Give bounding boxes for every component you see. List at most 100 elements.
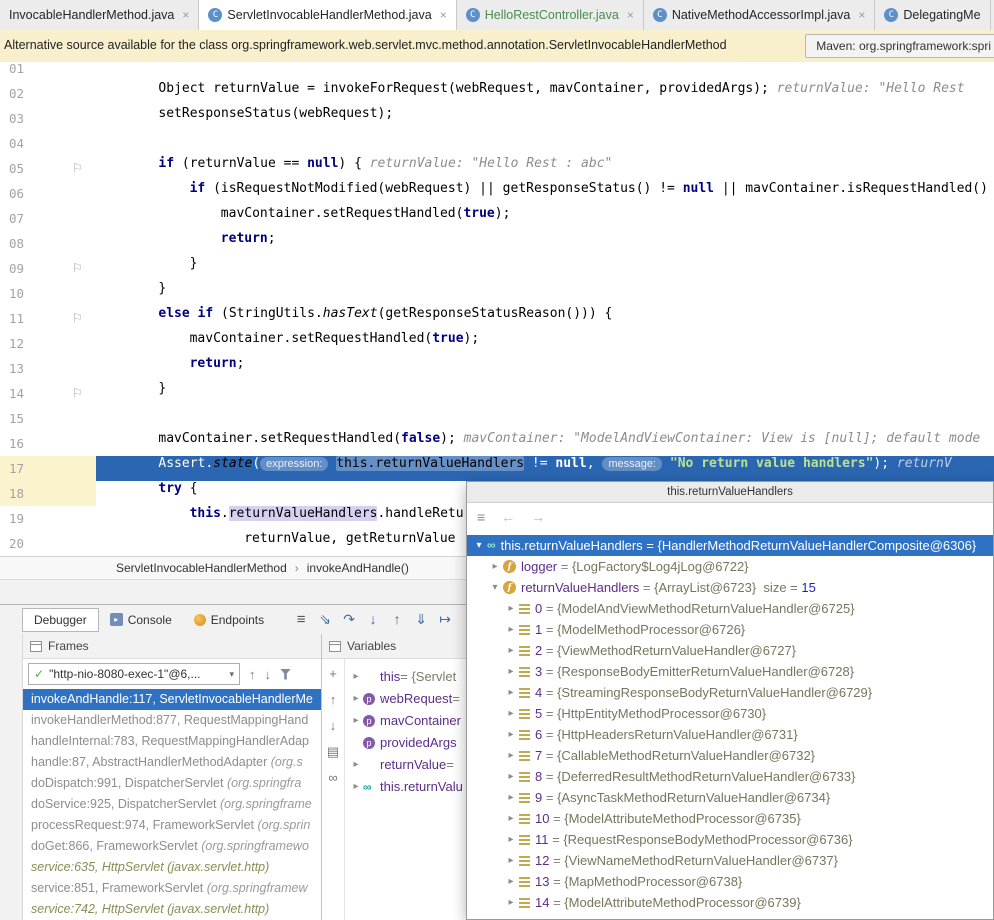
watch-tree-row[interactable]: ▸6 = {HttpHeadersReturnValueHandler@6731… [467, 724, 993, 745]
expander-icon[interactable]: ▸ [503, 766, 519, 787]
stack-frame-row[interactable]: service:635, HttpServlet (javax.servlet.… [23, 857, 321, 878]
editor-line[interactable]: 07mavContainer.setRequestHandled(true); [0, 206, 994, 231]
editor-tab[interactable]: CServletInvocableHandlerMethod.java× [199, 0, 456, 30]
editor-gutter[interactable]: 16 [0, 431, 96, 456]
notification-action-button[interactable]: Maven: org.springframework:spri [805, 34, 994, 58]
editor-gutter[interactable]: 14⚐ [0, 381, 96, 406]
expander-icon[interactable]: ▸ [503, 661, 519, 682]
editor-line[interactable]: 04 [0, 131, 994, 156]
editor-gutter[interactable]: 13 [0, 356, 96, 381]
expander-icon[interactable]: ▸ [503, 829, 519, 850]
editor-line[interactable]: 08return; [0, 231, 994, 256]
watch-tree-row[interactable]: ▸0 = {ModelAndViewMethodReturnValueHandl… [467, 598, 993, 619]
show-execution-point-icon[interactable]: ⇘ [313, 611, 337, 628]
editor-gutter[interactable]: 19 [0, 506, 96, 531]
watch-tree-row[interactable]: ▸4 = {StreamingResponseBodyReturnValueHa… [467, 682, 993, 703]
breadcrumb-item[interactable]: ServletInvocableHandlerMethod [116, 561, 287, 575]
move-down-icon[interactable]: ↓ [330, 719, 337, 732]
watch-tree-row[interactable]: ▸8 = {DeferredResultMethodReturnValueHan… [467, 766, 993, 787]
editor-gutter[interactable]: 12 [0, 331, 96, 356]
editor-gutter[interactable]: 07 [0, 206, 96, 231]
forward-icon[interactable]: → [531, 509, 545, 525]
editor-gutter[interactable]: 09⚐ [0, 256, 96, 281]
stack-frame-row[interactable]: doService:925, DispatcherServlet (org.sp… [23, 794, 321, 815]
editor-line[interactable]: 17Assert.state(expression: this.returnVa… [0, 456, 994, 481]
expander-icon[interactable]: ▸ [503, 892, 519, 913]
stack-frame-row[interactable]: invokeAndHandle:117, ServletInvocableHan… [23, 689, 321, 710]
editor-line[interactable]: 05⚐if (returnValue == null) { returnValu… [0, 156, 994, 181]
watch-tree-row[interactable]: ▸14 = {ModelAttributeMethodProcessor@673… [467, 892, 993, 913]
run-to-cursor-icon[interactable]: ↦ [433, 611, 457, 628]
watch-tree-row[interactable]: ▾freturnValueHandlers = {ArrayList@6723}… [467, 577, 993, 598]
move-up-icon[interactable]: ↑ [330, 693, 337, 706]
previous-frame-icon[interactable]: ↑ [249, 667, 256, 682]
add-watch-icon[interactable]: + [329, 667, 337, 680]
show-watches-icon[interactable]: ∞ [328, 771, 337, 784]
expander-icon[interactable]: ▸ [503, 787, 519, 808]
watch-tree-row[interactable]: ▾∞this.returnValueHandlers = {HandlerMet… [467, 535, 993, 556]
expander-icon[interactable]: ▸ [503, 871, 519, 892]
editor-gutter[interactable]: 05⚐ [0, 156, 96, 181]
editor-line[interactable]: 11⚐else if (StringUtils.hasText(getRespo… [0, 306, 994, 331]
stack-frame-row[interactable]: service:851, FrameworkServlet (org.sprin… [23, 878, 321, 899]
tab-close-icon[interactable]: × [858, 8, 865, 22]
filter-icon[interactable] [280, 669, 291, 680]
editor-line[interactable]: 02Object returnValue = invokeForRequest(… [0, 81, 994, 106]
editor-line[interactable]: 15 [0, 406, 994, 431]
expander-icon[interactable]: ▸ [503, 703, 519, 724]
watch-tree-row[interactable]: ▸12 = {ViewNameMethodReturnValueHandler@… [467, 850, 993, 871]
force-step-into-icon[interactable]: ⇓ [409, 611, 433, 628]
editor-gutter[interactable]: 18 [0, 481, 96, 506]
editor-line[interactable]: 10} [0, 281, 994, 306]
tab-debugger[interactable]: Debugger [22, 608, 99, 632]
expander-icon[interactable]: ▸ [349, 776, 363, 798]
editor-gutter[interactable]: 03 [0, 106, 96, 131]
editor-gutter[interactable]: 11⚐ [0, 306, 96, 331]
editor-tab[interactable]: CDelegatingMe [875, 0, 990, 30]
watch-tree-row[interactable]: ▸7 = {CallableMethodReturnValueHandler@6… [467, 745, 993, 766]
watch-tree-row[interactable]: ▸9 = {AsyncTaskMethodReturnValueHandler@… [467, 787, 993, 808]
stack-frame-row[interactable]: doDispatch:991, DispatcherServlet (org.s… [23, 773, 321, 794]
thread-selector[interactable]: ✓ "http-nio-8080-exec-1"@6,... ▾ [28, 663, 240, 685]
tab-endpoints[interactable]: Endpoints [183, 609, 275, 631]
editor-tab[interactable]: CHelloRestController.java× [457, 0, 644, 30]
expander-icon[interactable]: ▸ [503, 850, 519, 871]
step-into-icon[interactable]: ↓ [361, 611, 385, 627]
tab-close-icon[interactable]: × [440, 8, 447, 22]
expander-icon[interactable]: ▸ [503, 640, 519, 661]
editor-line[interactable]: 12mavContainer.setRequestHandled(true); [0, 331, 994, 356]
editor-line[interactable]: 16mavContainer.setRequestHandled(false);… [0, 431, 994, 456]
editor-gutter[interactable]: 20 [0, 531, 96, 556]
watch-tree-row[interactable]: ▸11 = {RequestResponseBodyMethodProcesso… [467, 829, 993, 850]
editor-line[interactable]: 01 [0, 62, 994, 81]
stack-frame-row[interactable]: handleInternal:783, RequestMappingHandle… [23, 731, 321, 752]
editor-gutter[interactable]: 06 [0, 181, 96, 206]
watch-tree-row[interactable]: ▸3 = {ResponseBodyEmitterReturnValueHand… [467, 661, 993, 682]
watch-tree-row[interactable]: ▸5 = {HttpEntityMethodProcessor@6730} [467, 703, 993, 724]
editor-line[interactable]: 06if (isRequestNotModified(webRequest) |… [0, 181, 994, 206]
expander-icon[interactable]: ▸ [503, 619, 519, 640]
breadcrumb-item[interactable]: invokeAndHandle() [307, 561, 409, 575]
tab-close-icon[interactable]: × [182, 8, 189, 22]
watch-tree-row[interactable]: ▸2 = {ViewMethodReturnValueHandler@6727} [467, 640, 993, 661]
expander-icon[interactable]: ▸ [503, 745, 519, 766]
editor-line[interactable]: 13return; [0, 356, 994, 381]
editor-tab[interactable]: InvocableHandlerMethod.java× [0, 0, 199, 30]
expander-icon[interactable]: ▸ [503, 598, 519, 619]
expander-icon[interactable]: ▾ [471, 535, 487, 556]
editor-gutter[interactable]: 17 [0, 456, 96, 481]
stack-frame-row[interactable]: service:742, HttpServlet (javax.servlet.… [23, 899, 321, 920]
stack-frame-row[interactable]: invokeHandlerMethod:877, RequestMappingH… [23, 710, 321, 731]
editor-line[interactable]: 03setResponseStatus(webRequest); [0, 106, 994, 131]
expander-icon[interactable]: ▸ [503, 682, 519, 703]
stack-frame-row[interactable]: doGet:866, FrameworkServlet (org.springf… [23, 836, 321, 857]
editor-tab[interactable]: CNativeMethodAccessorImpl.java× [644, 0, 876, 30]
expander-icon[interactable]: ▸ [503, 724, 519, 745]
step-out-icon[interactable]: ↑ [385, 611, 409, 627]
expander-icon[interactable]: ▸ [487, 556, 503, 577]
next-frame-icon[interactable]: ↓ [265, 667, 272, 682]
editor-gutter[interactable]: 08 [0, 231, 96, 256]
expander-icon[interactable]: ▸ [349, 754, 363, 776]
layout-menu-icon[interactable]: ≡ [289, 611, 313, 628]
watch-tree-row[interactable]: ▸10 = {ModelAttributeMethodProcessor@673… [467, 808, 993, 829]
